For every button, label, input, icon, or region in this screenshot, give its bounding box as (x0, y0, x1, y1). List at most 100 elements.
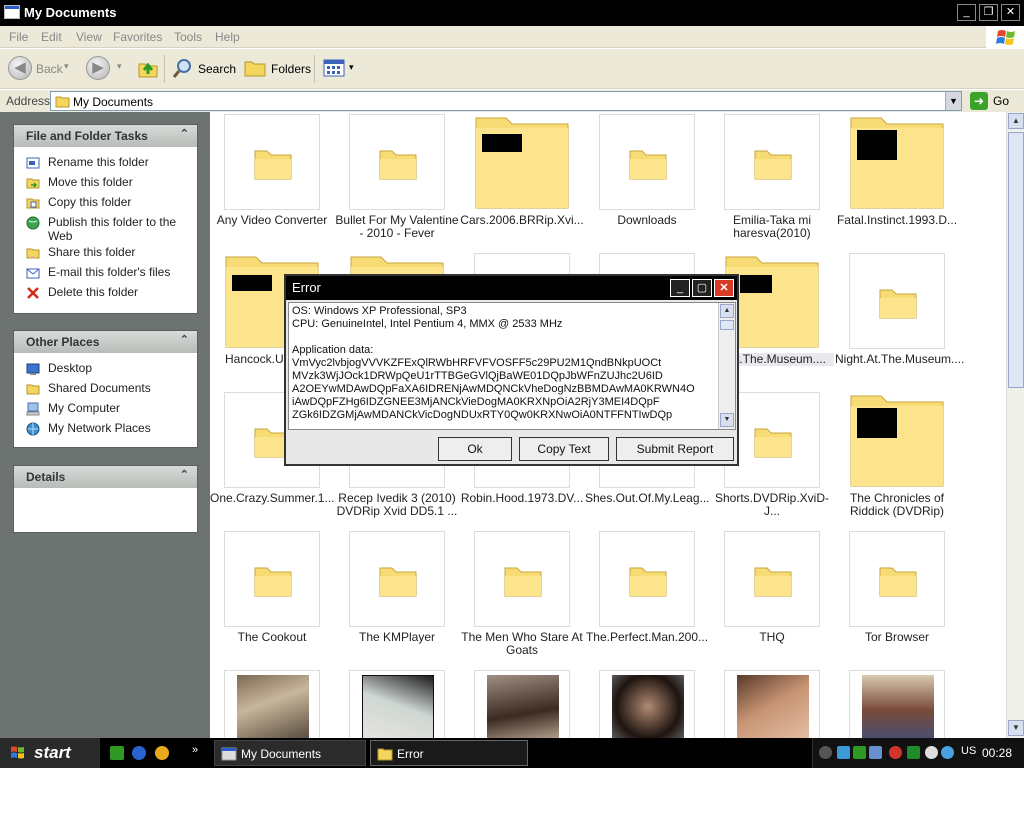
minimize-button[interactable]: _ (957, 4, 976, 21)
taskbar-my-documents[interactable]: My Documents (214, 740, 366, 766)
submit-report-button[interactable]: Submit Report (616, 437, 734, 461)
scroll-thumb[interactable] (1008, 132, 1024, 388)
tray-app-icon[interactable] (907, 746, 920, 759)
tray-expand-icon[interactable] (819, 746, 832, 759)
collapse-chevron-icon[interactable]: ⌃ (180, 468, 189, 481)
menu-file[interactable]: File (9, 30, 28, 44)
error-details-text[interactable]: OS: Windows XP Professional, SP3 CPU: Ge… (288, 302, 736, 430)
place-desktop[interactable]: Desktop (14, 361, 197, 381)
vertical-scrollbar[interactable]: ▲ ▼ (1006, 112, 1024, 738)
menu-favorites[interactable]: Favorites (113, 30, 162, 44)
language-indicator[interactable]: US (961, 745, 976, 757)
quicklaunch-app-icon[interactable] (110, 746, 124, 760)
dialog-close-button[interactable]: ✕ (714, 279, 734, 297)
menu-help[interactable]: Help (215, 30, 240, 44)
photo-image (237, 675, 309, 738)
quicklaunch-more-icon[interactable]: » (192, 744, 198, 756)
share-folder-icon (26, 248, 40, 259)
views-dropdown-icon[interactable]: ▾ (349, 62, 354, 73)
quicklaunch-browser-icon[interactable] (132, 746, 146, 760)
taskbar-label: My Documents (241, 747, 322, 761)
folder-name: Any Video Converter (216, 213, 328, 227)
search-button-label[interactable]: Search (198, 62, 236, 76)
close-button[interactable]: ✕ (1001, 4, 1020, 21)
maximize-button[interactable]: ❐ (979, 4, 998, 21)
folders-icon[interactable] (244, 58, 266, 81)
image-thumbnail (724, 670, 820, 738)
folders-button-label[interactable]: Folders (271, 62, 311, 76)
address-input[interactable]: My Documents ▼ (50, 91, 962, 111)
tray-network-icon[interactable] (869, 746, 882, 759)
photo-image (362, 675, 434, 738)
back-button-label[interactable]: Back (36, 62, 63, 76)
task-publish-folder[interactable]: Publish this folder to the Web (14, 215, 197, 245)
folder-name: The Men Who Stare At Goats (461, 630, 583, 657)
dialog-scrollbar[interactable]: ▲ ▼ (718, 303, 735, 429)
tray-antivirus-icon[interactable] (889, 746, 902, 759)
scroll-thumb[interactable] (720, 320, 734, 330)
error-line: ZGk6IDZGMjAwMDANCkVicDogNDUxRTY0Qw0KRXNw… (292, 409, 673, 421)
place-my-computer[interactable]: My Computer (14, 401, 197, 421)
window-titlebar[interactable]: My Documents _ ❐ ✕ (0, 0, 1024, 26)
task-rename-folder[interactable]: Rename this folder (14, 155, 197, 175)
dialog-titlebar[interactable]: Error _ ▢ ✕ (286, 276, 737, 300)
up-folder-icon[interactable] (136, 56, 160, 83)
folder-thumbnail (599, 531, 695, 627)
ok-button[interactable]: Ok (438, 437, 512, 461)
quicklaunch-messenger-icon[interactable] (155, 746, 169, 760)
scroll-down-icon[interactable]: ▼ (1008, 720, 1024, 736)
tray-app-icon[interactable] (853, 746, 866, 759)
task-move-folder[interactable]: Move this folder (14, 175, 197, 195)
network-icon (26, 422, 40, 436)
address-dropdown-icon[interactable]: ▼ (945, 92, 961, 110)
photo-image (862, 675, 934, 738)
folder-icon (55, 96, 70, 108)
views-icon[interactable] (323, 59, 347, 80)
place-shared-documents[interactable]: Shared Documents (14, 381, 197, 401)
file-folder-tasks-panel: File and Folder Tasks ⌃ Rename this fold… (13, 124, 198, 314)
panel-header[interactable]: Other Places ⌃ (14, 331, 197, 353)
panel-header[interactable]: File and Folder Tasks ⌃ (14, 125, 197, 147)
task-email-files[interactable]: E-mail this folder's files (14, 265, 197, 285)
error-line: Application data: (292, 344, 374, 356)
dialog-minimize-button[interactable]: _ (670, 279, 690, 297)
copy-text-button[interactable]: Copy Text (519, 437, 609, 461)
scroll-up-icon[interactable]: ▲ (1008, 113, 1024, 129)
folder-icon (754, 428, 792, 458)
error-line: MVzk3WjJOck1DRWpQeU1rTTBGeGVlQjBaWE01DQp… (292, 370, 663, 382)
folder-name: Night.At.The.Museum.... (835, 352, 965, 366)
go-arrow-icon[interactable]: ➜ (970, 92, 988, 110)
back-dropdown-icon[interactable]: ▾ (64, 61, 69, 72)
go-button-label[interactable]: Go (993, 94, 1009, 108)
windows-flag-icon (11, 746, 24, 759)
dialog-maximize-button[interactable]: ▢ (692, 279, 712, 297)
forward-dropdown-icon[interactable]: ▾ (117, 61, 122, 72)
search-icon[interactable] (172, 57, 194, 82)
collapse-chevron-icon[interactable]: ⌃ (180, 333, 189, 346)
tray-app-icon[interactable] (941, 746, 954, 759)
clock: 00:28 (981, 746, 1012, 760)
copy-folder-icon (26, 198, 40, 209)
folder-name: Shes.Out.Of.My.Leag... (585, 491, 710, 505)
task-share-folder[interactable]: Share this folder (14, 245, 197, 265)
menu-tools[interactable]: Tools (174, 30, 202, 44)
task-delete-folder[interactable]: Delete this folder (14, 285, 197, 305)
panel-header[interactable]: Details ⌃ (14, 466, 197, 488)
back-arrow-icon[interactable]: ◀ (8, 56, 32, 80)
taskbar-error[interactable]: Error (370, 740, 528, 766)
collapse-chevron-icon[interactable]: ⌃ (180, 127, 189, 140)
start-button[interactable]: start (0, 738, 100, 768)
tray-app-icon[interactable] (925, 746, 938, 759)
task-copy-folder[interactable]: Copy this folder (14, 195, 197, 215)
forward-arrow-icon[interactable]: ▶ (86, 56, 110, 80)
menu-view[interactable]: View (76, 30, 102, 44)
error-line: OS: Windows XP Professional, SP3 (292, 305, 467, 317)
task-label: Rename this folder (48, 155, 149, 169)
email-icon (26, 268, 40, 279)
scroll-up-icon[interactable]: ▲ (720, 304, 734, 318)
tray-app-icon[interactable] (837, 746, 850, 759)
place-my-network-places[interactable]: My Network Places (14, 421, 197, 441)
scroll-down-icon[interactable]: ▼ (720, 413, 734, 427)
menu-edit[interactable]: Edit (41, 30, 62, 44)
folder-name: The Cookout (237, 630, 307, 644)
